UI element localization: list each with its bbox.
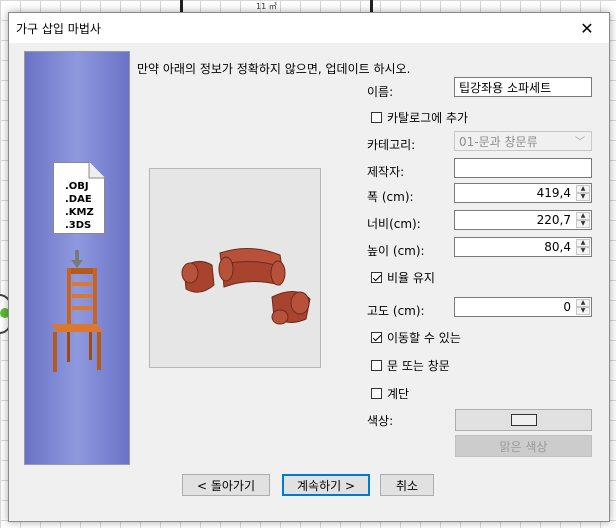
- movable-checkbox[interactable]: 이동할 수 있는: [371, 329, 461, 346]
- spin-down-icon[interactable]: ▼: [576, 220, 590, 228]
- depth-value: 220,7: [536, 213, 571, 227]
- width-stepper[interactable]: 419,4 ▲ ▼: [454, 183, 592, 203]
- spin-down-icon[interactable]: ▼: [576, 193, 590, 201]
- keep-ratio-checkbox[interactable]: 비율 유지: [371, 269, 435, 286]
- color-picker-button[interactable]: [455, 409, 592, 431]
- close-button[interactable]: ✕: [565, 13, 609, 43]
- spin-up-icon[interactable]: ▲: [576, 299, 590, 307]
- armchair-left: [181, 261, 215, 293]
- wizard-side-banner: .OBJ .DAE .KMZ .3DS: [24, 51, 130, 465]
- height-value: 80,4: [544, 240, 571, 254]
- intro-text: 만약 아래의 정보가 정확하지 않으면, 업데이트 하시오.: [137, 62, 411, 76]
- elevation-value: 0: [563, 300, 571, 314]
- window-title: 가구 삽입 마법사: [16, 22, 101, 36]
- name-value: 팁강좌용 소파세트: [459, 80, 552, 95]
- sofa-set-preview: [181, 248, 311, 325]
- armchair-right: [271, 291, 311, 325]
- checkbox-box: [371, 272, 382, 283]
- elevation-label: 고도 (cm):: [367, 304, 425, 318]
- color-swatch: [510, 414, 537, 426]
- door-window-label: 문 또는 창문: [387, 359, 450, 373]
- movable-label: 이동할 수 있는: [387, 331, 461, 345]
- format-kmz: .KMZ: [65, 207, 94, 218]
- width-label: 폭 (cm):: [367, 190, 414, 204]
- spin-up-icon[interactable]: ▲: [576, 212, 590, 220]
- back-button[interactable]: < 돌아가기: [182, 474, 270, 496]
- height-stepper[interactable]: 80,4 ▲ ▼: [454, 237, 592, 257]
- elevation-stepper[interactable]: 0 ▲ ▼: [454, 297, 592, 317]
- name-field[interactable]: 팁강좌용 소파세트: [454, 77, 592, 97]
- elevation-spinner[interactable]: ▲ ▼: [576, 299, 590, 315]
- add-to-catalog-checkbox[interactable]: 카탈로그에 추가: [371, 109, 468, 126]
- chair-icon: [51, 250, 103, 372]
- format-dae: .DAE: [65, 194, 92, 205]
- category-value: 01-문과 창문류: [459, 134, 538, 149]
- door-window-checkbox[interactable]: 문 또는 창문: [371, 357, 450, 374]
- sofa-center: [218, 248, 286, 288]
- clear-color-label: 맑은 색상: [499, 439, 548, 454]
- checkbox-box: [371, 112, 382, 123]
- maker-label: 제작자:: [367, 165, 405, 179]
- height-spinner[interactable]: ▲ ▼: [576, 239, 590, 255]
- depth-stepper[interactable]: 220,7 ▲ ▼: [454, 210, 592, 230]
- supported-formats: .OBJ .DAE .KMZ .3DS: [65, 180, 94, 232]
- cancel-button[interactable]: 취소: [380, 474, 434, 496]
- width-spinner[interactable]: ▲ ▼: [576, 185, 590, 201]
- spin-up-icon[interactable]: ▲: [576, 239, 590, 247]
- checkbox-box: [371, 388, 382, 399]
- room-area-label: 11 ㎡: [256, 2, 277, 11]
- spin-up-icon[interactable]: ▲: [576, 185, 590, 193]
- format-3ds: .3DS: [65, 220, 92, 231]
- checkbox-box: [371, 332, 382, 343]
- maker-field[interactable]: [454, 158, 592, 178]
- depth-spinner[interactable]: ▲ ▼: [576, 212, 590, 228]
- next-label: 계속하기 >: [296, 478, 356, 493]
- furniture-import-wizard-dialog: 가구 삽입 마법사 ✕ .OBJ .DAE .KMZ .3DS 만약 아래의 정…: [8, 12, 610, 522]
- clear-color-button[interactable]: 맑은 색상: [455, 435, 592, 457]
- color-label: 색상:: [367, 414, 394, 428]
- category-dropdown[interactable]: 01-문과 창문류 ﹀: [454, 131, 592, 151]
- checkbox-box: [371, 360, 382, 371]
- model-preview[interactable]: [149, 168, 321, 368]
- spin-down-icon[interactable]: ▼: [576, 247, 590, 255]
- chevron-down-icon: ﹀: [575, 137, 585, 148]
- next-button[interactable]: 계속하기 >: [282, 474, 370, 496]
- title-bar[interactable]: 가구 삽입 마법사 ✕: [9, 13, 609, 43]
- width-value: 419,4: [536, 186, 571, 200]
- depth-label: 너비(cm):: [367, 217, 421, 231]
- spin-down-icon[interactable]: ▼: [576, 307, 590, 315]
- format-obj: .OBJ: [65, 181, 89, 192]
- keep-ratio-label: 비율 유지: [387, 271, 435, 285]
- plan-wall: [370, 0, 373, 12]
- close-icon: ✕: [580, 18, 594, 38]
- category-label: 카테고리:: [367, 138, 416, 152]
- height-label: 높이 (cm):: [367, 244, 425, 258]
- stairs-label: 계단: [387, 387, 410, 401]
- stairs-checkbox[interactable]: 계단: [371, 385, 409, 402]
- plan-wall: [180, 0, 183, 12]
- name-label: 이름:: [367, 85, 394, 99]
- cancel-label: 취소: [395, 478, 419, 493]
- back-label: < 돌아가기: [196, 478, 256, 493]
- add-to-catalog-label: 카탈로그에 추가: [387, 111, 469, 125]
